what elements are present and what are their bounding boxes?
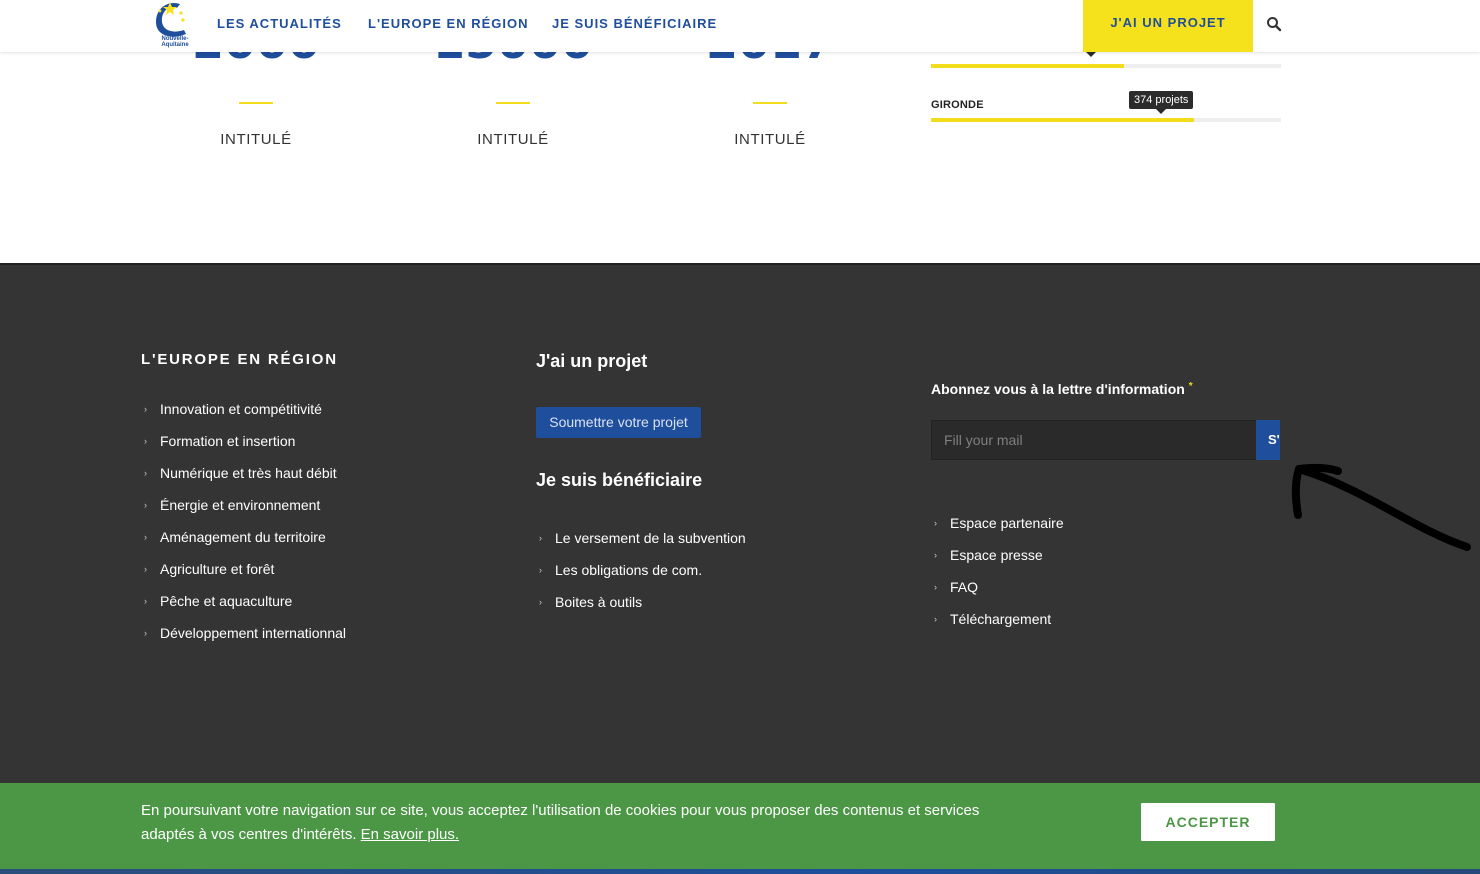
nav-actualites[interactable]: LES ACTUALITÉS bbox=[217, 16, 342, 31]
progress-label: GIRONDE bbox=[931, 99, 984, 111]
progress-track bbox=[931, 64, 1281, 68]
nouvelle-aquitaine-logo[interactable]: Nouvelle-Aquitaine bbox=[150, 0, 198, 52]
footer-link[interactable]: › Agriculture et forêt bbox=[141, 561, 346, 593]
footer-link[interactable]: › Aménagement du territoire bbox=[141, 529, 346, 561]
site-header: Nouvelle-Aquitaine LES ACTUALITÉS L'EURO… bbox=[0, 0, 1480, 52]
stat-label: INTITULÉ bbox=[220, 131, 292, 148]
soumettre-projet-button[interactable]: Soumettre votre projet bbox=[536, 407, 701, 438]
footer-link[interactable]: › Énergie et environnement bbox=[141, 497, 346, 529]
progress-gironde: GIRONDE 374 projets bbox=[931, 90, 1281, 130]
required-mark: * bbox=[1188, 381, 1193, 392]
stat-divider bbox=[239, 102, 273, 104]
progress-fill bbox=[931, 64, 1124, 68]
logo-text: Nouvelle-Aquitaine bbox=[161, 36, 189, 48]
stat-label: INTITULÉ bbox=[734, 131, 806, 148]
footer-links-espaces: › Espace partenaire › Espace presse › FAQ ›… bbox=[931, 515, 1064, 643]
footer-title-beneficiaire: Je suis bénéficiaire bbox=[536, 470, 703, 490]
chevron-right-icon: › bbox=[934, 582, 937, 592]
footer-link[interactable]: › Les obligations de com. bbox=[536, 562, 746, 594]
annotation-arrow-icon bbox=[1291, 463, 1471, 551]
stat-divider bbox=[496, 102, 530, 104]
chevron-right-icon: › bbox=[144, 564, 147, 574]
footer-link[interactable]: › Boites à outils bbox=[536, 594, 746, 626]
bottom-strip bbox=[0, 869, 1480, 874]
cookie-banner: En poursuivant votre navigation sur ce s… bbox=[0, 783, 1480, 869]
nav-europe-en-region[interactable]: L'EUROPE EN RÉGION bbox=[368, 16, 529, 31]
footer-title-europe: L'EUROPE EN RÉGION bbox=[141, 351, 338, 368]
chevron-right-icon: › bbox=[144, 596, 147, 606]
chevron-right-icon: › bbox=[934, 614, 937, 624]
cookie-accept-button[interactable]: ACCEPTER bbox=[1141, 803, 1275, 841]
chevron-right-icon: › bbox=[934, 550, 937, 560]
footer-links-beneficiaire: › Le versement de la subvention › Les obli… bbox=[536, 530, 746, 626]
site-footer: L'EUROPE EN RÉGION › Innovation et compét… bbox=[0, 263, 1480, 783]
jai-un-projet-button[interactable]: J'AI UN PROJET bbox=[1083, 0, 1253, 52]
footer-link[interactable]: › Téléchargement bbox=[931, 611, 1064, 643]
cookie-learn-more-link[interactable]: En savoir plus. bbox=[361, 826, 459, 843]
footer-link[interactable]: › Pêche et aquaculture bbox=[141, 593, 346, 625]
chevron-right-icon: › bbox=[539, 597, 542, 607]
footer-links-europe: › Innovation et compétitivité › Formation … bbox=[141, 401, 346, 657]
footer-title-projet: J'ai un projet bbox=[536, 351, 648, 371]
newsletter-submit-button[interactable]: S' bbox=[1256, 420, 1280, 460]
chevron-right-icon: › bbox=[539, 565, 542, 575]
search-icon[interactable] bbox=[1266, 16, 1282, 32]
chevron-right-icon: › bbox=[144, 468, 147, 478]
footer-link[interactable]: › Espace partenaire bbox=[931, 515, 1064, 547]
progress-tooltip: 374 projets bbox=[1129, 91, 1194, 114]
footer-link[interactable]: › Formation et insertion bbox=[141, 433, 346, 465]
chevron-right-icon: › bbox=[144, 404, 147, 414]
newsletter-email-input[interactable] bbox=[931, 420, 1257, 460]
progress-track bbox=[931, 118, 1281, 122]
footer-link[interactable]: › Développement internationnal bbox=[141, 625, 346, 657]
footer-link[interactable]: › Le versement de la subvention bbox=[536, 530, 746, 562]
stat-divider bbox=[753, 102, 787, 104]
nav-je-suis-beneficiaire[interactable]: JE SUIS BÉNÉFICIAIRE bbox=[552, 16, 717, 31]
footer-link[interactable]: › Numérique et très haut débit bbox=[141, 465, 346, 497]
newsletter-title: Abonnez vous à la lettre d'information * bbox=[931, 381, 1193, 397]
cookie-text: En poursuivant votre navigation sur ce s… bbox=[141, 802, 980, 843]
chevron-right-icon: › bbox=[934, 518, 937, 528]
chevron-right-icon: › bbox=[144, 500, 147, 510]
chevron-right-icon: › bbox=[144, 436, 147, 446]
stat-label: INTITULÉ bbox=[477, 131, 549, 148]
chevron-right-icon: › bbox=[144, 532, 147, 542]
footer-link[interactable]: › Espace presse bbox=[931, 547, 1064, 579]
progress-fill bbox=[931, 118, 1194, 122]
footer-link[interactable]: › FAQ bbox=[931, 579, 1064, 611]
chevron-right-icon: › bbox=[144, 628, 147, 638]
footer-link[interactable]: › Innovation et compétitivité bbox=[141, 401, 346, 433]
chevron-right-icon: › bbox=[539, 533, 542, 543]
